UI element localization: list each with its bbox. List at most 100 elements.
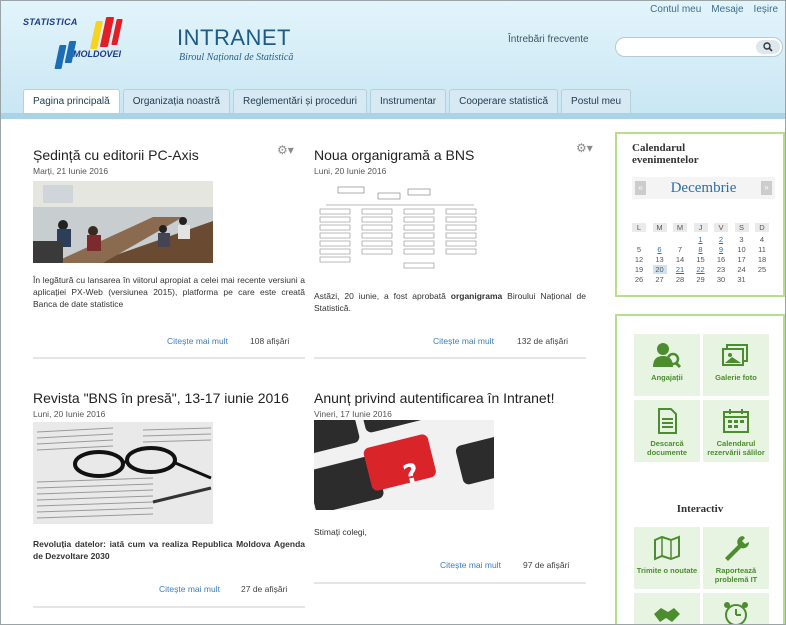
article-date: Luni, 20 Iunie 2016 xyxy=(33,409,106,419)
calendar-day-header: L xyxy=(632,223,646,232)
next-month-button[interactable]: » xyxy=(761,181,772,195)
calendar-day: 13 xyxy=(655,255,664,264)
calendar-day[interactable]: 9 xyxy=(714,245,728,254)
tab-organization[interactable]: Organizația noastră xyxy=(122,89,230,113)
tab-home[interactable]: Pagina principală xyxy=(23,89,120,113)
excerpt-text: Astăzi, 20 iunie, a fost aprobată xyxy=(314,291,451,301)
quick-link-label: Calendarul rezervării sălilor xyxy=(707,439,765,457)
logo-bar-red-2 xyxy=(111,19,123,45)
calendar-day: 27 xyxy=(655,275,664,284)
article-card: Revista "BNS în presă", 13-17 iunie 2016… xyxy=(33,390,305,610)
faq-link[interactable]: Întrebări frecvente xyxy=(508,34,589,45)
calendar-day-header: M xyxy=(673,223,687,232)
calendar-day: 18 xyxy=(757,255,767,264)
prev-month-button[interactable]: « xyxy=(635,181,646,195)
meeting-room-image[interactable] xyxy=(33,181,213,263)
read-more-link[interactable]: Citește mai mult xyxy=(167,336,228,346)
quick-link-alarm[interactable] xyxy=(703,593,769,624)
quick-link-documents[interactable]: Descarcă documente xyxy=(634,400,700,462)
article-date: Vineri, 17 Iunie 2016 xyxy=(314,409,392,419)
calendar-title: Calendarul evenimentelor xyxy=(632,142,699,166)
calendar-month: Decembrie xyxy=(670,180,737,196)
read-more-link[interactable]: Citește mai mult xyxy=(433,336,494,346)
quick-link-report-it[interactable]: Raportează problemă IT xyxy=(703,527,769,589)
tab-regulations[interactable]: Reglementări și proceduri xyxy=(233,89,367,113)
quick-links-panel: Angajații Galerie foto Descarcă document… xyxy=(615,314,785,624)
calendar-day: 14 xyxy=(675,255,685,264)
calendar-day: 16 xyxy=(716,255,726,264)
quick-link-label: Trimite o noutate xyxy=(636,566,698,575)
tab-my-post[interactable]: Postul meu xyxy=(561,89,632,113)
article-title[interactable]: Ședință cu editorii PC-Axis xyxy=(33,147,305,163)
calendar-day-header: J xyxy=(693,223,708,232)
search-input[interactable] xyxy=(615,37,783,57)
calendar-day: 31 xyxy=(737,275,746,284)
newspaper-glasses-image[interactable] xyxy=(33,422,213,524)
excerpt-bold-link: organigrama xyxy=(450,291,503,301)
article-card: Noua organigramă a BNS Luni, 20 Iunie 20… xyxy=(314,141,593,362)
page: STATISTICA MOLDOVEI INTRANET Biroul Nați… xyxy=(0,0,786,625)
article-excerpt: Stimați colegi, xyxy=(314,527,367,537)
messages-link[interactable]: Mesaje xyxy=(711,4,743,15)
quick-link-employees[interactable]: Angajații xyxy=(634,334,700,396)
gear-icon[interactable]: ⚙▾ xyxy=(576,141,593,155)
calendar-day: 10 xyxy=(737,245,746,254)
calendar-day: 12 xyxy=(634,255,644,264)
keyboard-image[interactable]: ? xyxy=(314,420,494,510)
calendar-day-header: M xyxy=(652,223,667,232)
room-calendar-icon xyxy=(723,409,749,433)
calendar-day[interactable]: 21 xyxy=(673,265,687,274)
article-excerpt: Astăzi, 20 iunie, a fost aprobată organi… xyxy=(314,290,586,314)
site-header: STATISTICA MOLDOVEI INTRANET Biroul Nați… xyxy=(1,1,785,119)
article-card: Anunț privind autentificarea în Intranet… xyxy=(314,390,586,610)
calendar-day[interactable]: 2 xyxy=(714,235,728,244)
nav-underline xyxy=(1,113,785,119)
calendar-day: 19 xyxy=(634,265,644,274)
user-links: Contul meu Mesaje Ieșire xyxy=(650,4,778,15)
quick-link-handshake[interactable] xyxy=(634,593,700,624)
article-title[interactable]: Noua organigramă a BNS xyxy=(314,147,586,163)
article-divider xyxy=(314,582,586,584)
calendar-day[interactable]: 6 xyxy=(653,245,667,254)
quick-link-send-news[interactable]: Trimite o noutate xyxy=(634,527,700,589)
tab-cooperation[interactable]: Cooperare statistică xyxy=(449,89,559,113)
quick-link-room-calendar[interactable]: Calendarul rezervării sălilor xyxy=(703,400,769,462)
events-calendar: Calendarul evenimentelor Decembrie « » L… xyxy=(615,132,785,297)
tab-tools[interactable]: Instrumentar xyxy=(369,89,447,113)
calendar-day[interactable]: 8 xyxy=(694,245,708,254)
article-title[interactable]: Anunț privind autentificarea în Intranet… xyxy=(314,390,586,406)
employees-icon xyxy=(653,343,682,369)
interactive-title: Interactiv xyxy=(676,503,724,515)
article-divider xyxy=(33,357,305,359)
main-nav: Pagina principală Organizația noastră Re… xyxy=(23,89,632,113)
article-excerpt: În legătură cu lansarea în viitorul apro… xyxy=(33,275,305,309)
account-link[interactable]: Contul meu xyxy=(650,4,701,15)
article-divider xyxy=(314,357,586,359)
view-count: 132 de afișări xyxy=(517,336,569,346)
logo-text-top: STATISTICA xyxy=(23,17,78,27)
read-more-link[interactable]: Citește mai mult xyxy=(440,560,501,570)
logo-text-bottom: MOLDOVEI xyxy=(73,49,122,59)
site-logo[interactable]: STATISTICA MOLDOVEI xyxy=(21,15,161,71)
calendar-day[interactable]: 1 xyxy=(694,235,708,244)
calendar-day[interactable]: 22 xyxy=(694,265,708,274)
calendar-day: 7 xyxy=(677,245,683,254)
calendar-nav: Decembrie « » xyxy=(632,177,775,199)
calendar-day: 26 xyxy=(634,275,644,284)
view-count: 108 afișări xyxy=(250,336,290,346)
calendar-day: 29 xyxy=(696,275,705,284)
calendar-day: 5 xyxy=(636,245,642,254)
calendar-day: 15 xyxy=(696,255,705,264)
org-chart-image[interactable] xyxy=(316,179,484,275)
calendar-day: 30 xyxy=(716,275,726,284)
quick-link-label: Descarcă documente xyxy=(646,439,687,457)
read-more-link[interactable]: Citește mai mult xyxy=(159,584,220,594)
logout-link[interactable]: Ieșire xyxy=(754,4,778,15)
gear-icon[interactable]: ⚙▾ xyxy=(277,143,294,157)
calendar-day-header: V xyxy=(714,223,728,232)
article-title[interactable]: Revista "BNS în presă", 13-17 iunie 2016 xyxy=(33,390,305,406)
search-icon xyxy=(763,42,773,52)
search-button[interactable] xyxy=(756,40,780,54)
quick-link-photo-gallery[interactable]: Galerie foto xyxy=(703,334,769,396)
quick-link-label: Angajații xyxy=(651,373,683,382)
